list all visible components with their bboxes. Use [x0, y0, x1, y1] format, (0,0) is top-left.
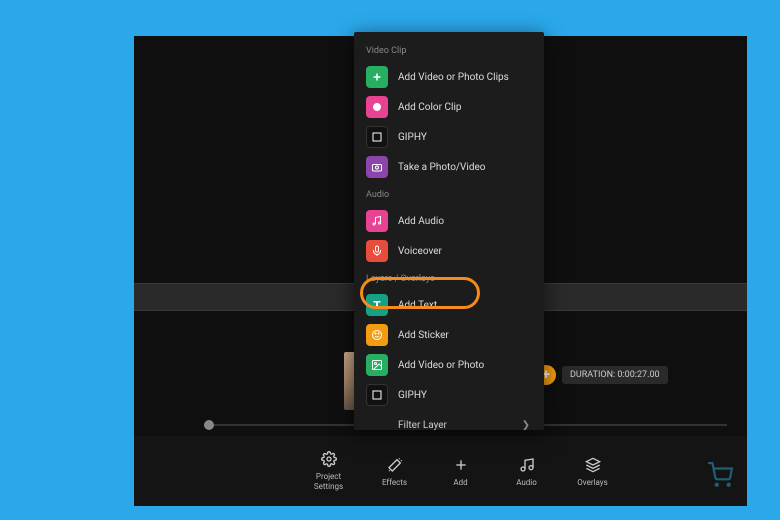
- menu-item-giphy-overlay[interactable]: GIPHY: [354, 380, 544, 410]
- menu-item-add-text[interactable]: Add Text: [354, 290, 544, 320]
- duration-label: DURATION: 0:00:27.00: [562, 366, 668, 384]
- project-settings-button[interactable]: Project Settings: [305, 450, 353, 491]
- bottom-toolbar: Project Settings Effects Add Audio Overl…: [134, 436, 747, 506]
- menu-item-label: Filter Layer: [398, 420, 447, 430]
- menu-item-label: Add Video or Photo: [398, 360, 484, 371]
- section-header-layers: Layers / Overlays: [354, 266, 544, 290]
- image-icon: [366, 354, 388, 376]
- layers-icon: [584, 456, 602, 474]
- toolbar-label: Overlays: [577, 478, 607, 487]
- overlays-button[interactable]: Overlays: [569, 456, 617, 487]
- giphy-icon: [366, 384, 388, 406]
- plus-icon: [452, 456, 470, 474]
- giphy-icon: [366, 126, 388, 148]
- cart-icon[interactable]: [707, 462, 733, 492]
- menu-item-label: Add Video or Photo Clips: [398, 72, 509, 83]
- music-icon: [518, 456, 536, 474]
- menu-item-add-color-clip[interactable]: Add Color Clip: [354, 92, 544, 122]
- toolbar-label: Audio: [516, 478, 537, 487]
- menu-item-giphy-clip[interactable]: GIPHY: [354, 122, 544, 152]
- gear-icon: [320, 450, 338, 468]
- menu-item-label: Add Sticker: [398, 330, 449, 341]
- toolbar-label: Add: [453, 478, 467, 487]
- add-menu-popup: Video Clip Add Video or Photo Clips Add …: [354, 32, 544, 430]
- menu-item-filter-layer[interactable]: Filter Layer ❯: [354, 410, 544, 430]
- palette-icon: [366, 96, 388, 118]
- music-icon: [366, 210, 388, 232]
- menu-item-voiceover[interactable]: Voiceover: [354, 236, 544, 266]
- menu-item-label: Add Audio: [398, 216, 444, 227]
- menu-item-label: Take a Photo/Video: [398, 162, 486, 173]
- camera-icon: [366, 156, 388, 178]
- chevron-right-icon: ❯: [522, 420, 530, 430]
- toolbar-label: Project Settings: [314, 472, 343, 491]
- menu-item-take-photo-video[interactable]: Take a Photo/Video: [354, 152, 544, 182]
- menu-item-add-video-photo-clips[interactable]: Add Video or Photo Clips: [354, 62, 544, 92]
- smile-icon: [366, 324, 388, 346]
- add-button[interactable]: Add: [437, 456, 485, 487]
- menu-item-add-video-photo-overlay[interactable]: Add Video or Photo: [354, 350, 544, 380]
- effects-button[interactable]: Effects: [371, 456, 419, 487]
- section-header-video-clip: Video Clip: [354, 38, 544, 62]
- menu-item-label: Voiceover: [398, 246, 442, 257]
- duration-indicator: + DURATION: 0:00:27.00: [536, 365, 668, 385]
- menu-item-label: Add Text: [398, 300, 437, 311]
- menu-item-add-sticker[interactable]: Add Sticker: [354, 320, 544, 350]
- menu-item-label: GIPHY: [398, 390, 427, 401]
- microphone-icon: [366, 240, 388, 262]
- audio-button[interactable]: Audio: [503, 456, 551, 487]
- plus-icon: [366, 66, 388, 88]
- text-icon: [366, 294, 388, 316]
- toolbar-label: Effects: [382, 478, 407, 487]
- menu-item-label: Add Color Clip: [398, 102, 462, 113]
- wand-icon: [386, 456, 404, 474]
- menu-item-add-audio[interactable]: Add Audio: [354, 206, 544, 236]
- menu-item-label: GIPHY: [398, 132, 427, 143]
- section-header-audio: Audio: [354, 182, 544, 206]
